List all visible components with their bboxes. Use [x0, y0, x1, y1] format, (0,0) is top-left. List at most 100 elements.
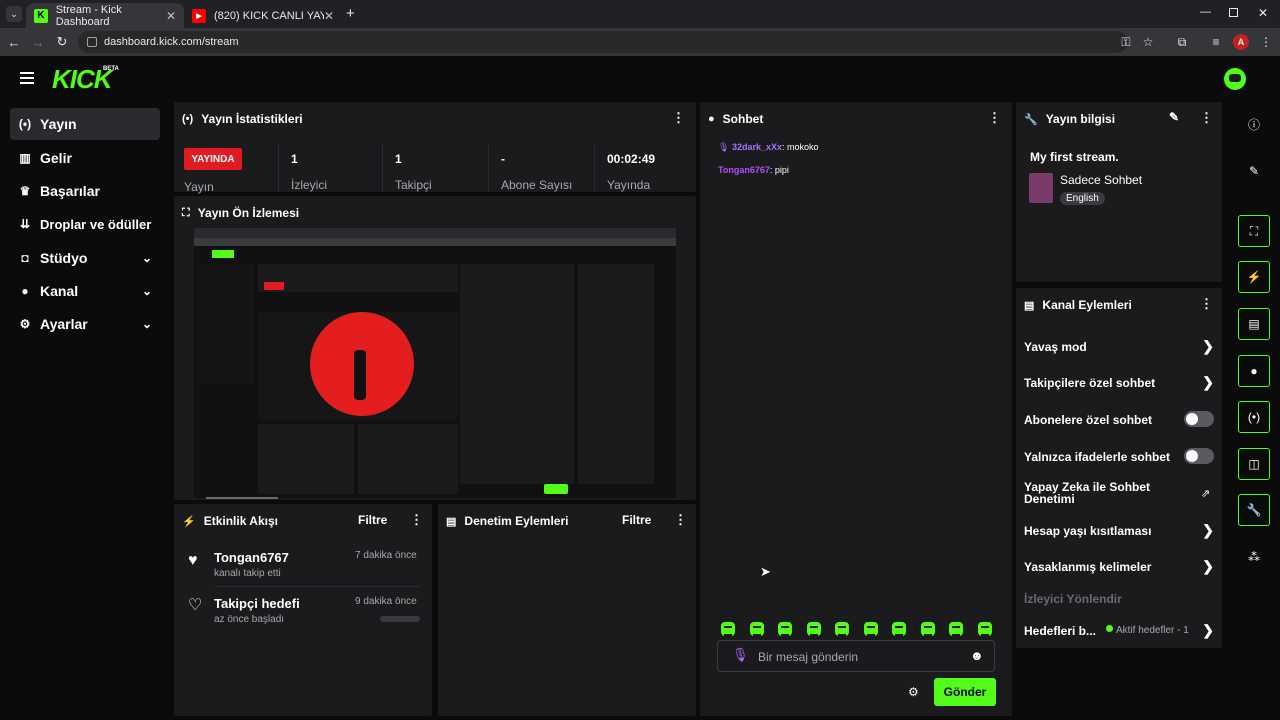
preview-silhouette	[354, 350, 366, 400]
trophy-icon: ♛	[19, 184, 31, 198]
stream-preview-video[interactable]	[194, 228, 676, 498]
document-icon[interactable]: ▤	[1238, 308, 1270, 340]
chat-input[interactable]: 🎙 Bir mesaj gönderin ☻	[717, 640, 995, 672]
heart-icon: ♥	[188, 552, 198, 569]
chat-username[interactable]: Tongan6767	[718, 165, 770, 175]
browser-tab-kick[interactable]: K Stream - Kick Dashboard ✕	[26, 3, 184, 28]
window-close-icon[interactable]: ✕	[1258, 6, 1268, 20]
close-icon[interactable]: ✕	[324, 9, 334, 23]
status-label: Yayın	[184, 180, 214, 194]
emote-icon[interactable]	[778, 622, 792, 636]
browser-menu-icon[interactable]: ⋮	[1258, 34, 1274, 50]
minimize-icon[interactable]: —	[1200, 6, 1211, 18]
panel-title: Denetim Eylemleri	[464, 514, 569, 528]
sidebar-item-ayarlar[interactable]: ⚙ Ayarlar ⌄	[10, 308, 160, 340]
emote-icon[interactable]	[892, 622, 906, 636]
chat-username[interactable]: 32dark_xXx	[732, 142, 782, 152]
heart-outline-icon: ♡	[188, 597, 203, 614]
layout-icon[interactable]: ◫	[1238, 448, 1270, 480]
info-icon[interactable]: ⓘ	[1238, 108, 1270, 140]
back-icon[interactable]: ←	[6, 34, 22, 50]
sidebar-item-droplar[interactable]: ⇊ Droplar ve ödüller	[10, 208, 160, 240]
address-bar[interactable]: dashboard.kick.com/stream	[78, 31, 1128, 53]
preview-actions	[578, 264, 654, 484]
forward-icon[interactable]: →	[30, 34, 46, 50]
sidebar-item-label: Başarılar	[40, 183, 100, 199]
action-ai-moderation[interactable]: Yapay Zeka ile Sohbet Denetimi	[1024, 481, 1184, 505]
emote-icon[interactable]	[949, 622, 963, 636]
browser-tab-youtube[interactable]: ▶ (820) KICK CANLI YAYIN NASIL ✕	[184, 3, 342, 28]
emote-icon[interactable]	[978, 622, 992, 636]
edit-pencil-icon[interactable]: ✎	[1169, 110, 1179, 124]
chevron-right-icon: ❯	[1202, 558, 1214, 574]
emote-icon[interactable]	[921, 622, 935, 636]
action-followers-only[interactable]: Takipçilere özel sohbet ❯	[1024, 374, 1214, 390]
preview-moderation	[358, 424, 458, 494]
hamburger-menu-icon[interactable]	[20, 72, 34, 84]
emoji-icon[interactable]: ☻	[970, 648, 984, 663]
sidebar-item-basarilar[interactable]: ♛ Başarılar	[10, 175, 160, 207]
emote-icon[interactable]	[864, 622, 878, 636]
filter-button[interactable]: Filtre	[622, 513, 651, 527]
chevron-right-icon: ❯	[1202, 622, 1214, 638]
wrench-icon[interactable]: 🔧	[1238, 494, 1270, 526]
more-options-icon[interactable]: ⋮	[1200, 296, 1213, 312]
subscribers-only-toggle[interactable]	[1184, 411, 1214, 427]
edit-pencil-icon[interactable]: ✎	[1238, 155, 1270, 187]
preview-toggle-icon[interactable]: ⛶	[1238, 215, 1270, 247]
lightning-icon[interactable]: ⚡	[1238, 261, 1270, 293]
profile-avatar[interactable]: A	[1233, 34, 1249, 50]
bookmark-star-icon[interactable]: ☆	[1140, 34, 1156, 50]
new-tab-icon[interactable]: +	[346, 5, 355, 22]
site-info-icon[interactable]	[87, 37, 97, 47]
more-options-icon[interactable]: ⋮	[674, 512, 687, 528]
tab-title: Stream - Kick Dashboard	[55, 3, 122, 28]
activity-desc: az önce başladı	[214, 614, 285, 625]
close-icon[interactable]: ✕	[166, 9, 176, 23]
reading-list-icon[interactable]: ≡	[1208, 34, 1224, 50]
chat-settings-icon[interactable]: ⚙	[908, 685, 919, 699]
more-options-icon[interactable]: ⋮	[1200, 110, 1213, 126]
stat-value: 1	[395, 152, 402, 166]
preview-chat	[460, 264, 574, 484]
extensions-icon[interactable]: ⧉	[1174, 34, 1190, 50]
more-options-icon[interactable]: ⋮	[410, 512, 423, 528]
emote-icon[interactable]	[835, 622, 849, 636]
sidebar-item-gelir[interactable]: ▥ Gelir	[10, 142, 160, 174]
more-options-icon[interactable]: ⋮	[672, 110, 685, 126]
chevron-right-icon: ❯	[1202, 338, 1214, 354]
sidebar-item-kanal[interactable]: ● Kanal ⌄	[10, 275, 160, 307]
emote-icon[interactable]	[750, 622, 764, 636]
action-slow-mode[interactable]: Yavaş mod ❯	[1024, 338, 1214, 354]
action-goals[interactable]: Hedefleri b... Aktif hedefler - 1 ❯	[1024, 622, 1214, 638]
action-banned-words[interactable]: Yasaklanmış kelimeler ❯	[1024, 558, 1214, 574]
stat-label: Yayında	[607, 178, 651, 192]
password-key-icon[interactable]: ⚿	[1118, 34, 1134, 50]
apps-icon[interactable]: ⁂	[1238, 541, 1270, 573]
list-icon: ▤	[1024, 299, 1035, 312]
user-avatar[interactable]	[1224, 68, 1246, 90]
reload-icon[interactable]: ↻	[54, 34, 70, 50]
sidebar-item-yayin[interactable]: (•) Yayın	[10, 108, 160, 140]
more-options-icon[interactable]: ⋮	[988, 110, 1001, 126]
tab-search-icon[interactable]: ⌄	[6, 6, 22, 22]
studio-icon: ◘	[21, 251, 29, 265]
broadcast-icon[interactable]: (•)	[1238, 401, 1270, 433]
emote-only-toggle[interactable]	[1184, 448, 1214, 464]
emote-icon[interactable]	[721, 622, 735, 636]
chat-bubble-icon[interactable]: ●	[1238, 355, 1270, 387]
preview-scrollbar[interactable]	[206, 497, 278, 499]
preview-inner-video	[258, 312, 458, 420]
send-button[interactable]: Gönder	[934, 678, 996, 706]
action-subscribers-only: Abonelere özel sohbet	[1024, 411, 1214, 427]
emote-icon[interactable]	[807, 622, 821, 636]
filter-button[interactable]: Filtre	[358, 513, 387, 527]
action-raid: İzleyici Yönlendir	[1024, 592, 1214, 606]
chevron-down-icon: ⌄	[141, 317, 152, 331]
external-link-icon[interactable]: ⇗	[1201, 487, 1210, 500]
action-account-age[interactable]: Hesap yaşı kısıtlaması ❯	[1024, 522, 1214, 538]
sidebar-item-studyo[interactable]: ◘ Stüdyo ⌄	[10, 242, 160, 274]
panel-header: ● Sohbet	[708, 112, 763, 126]
maximize-icon[interactable]	[1229, 8, 1238, 17]
panel-header: ▤ Denetim Eylemleri	[446, 514, 568, 528]
